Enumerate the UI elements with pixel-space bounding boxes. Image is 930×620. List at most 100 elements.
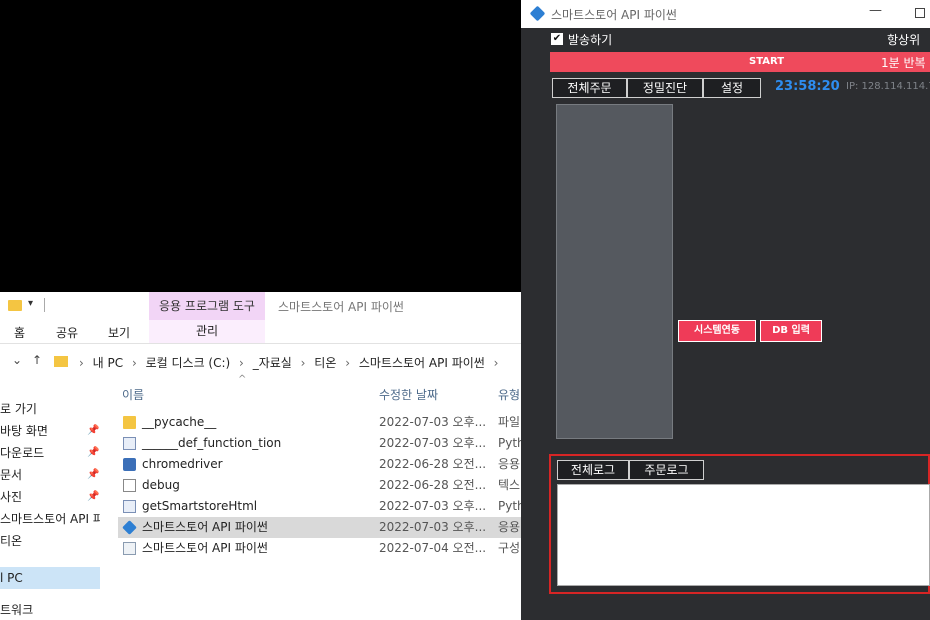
file-row[interactable]: ______def_function_tion 2022-07-03 오후...… (118, 433, 521, 454)
db-input-button[interactable]: DB 입력 (760, 320, 822, 342)
file-type: 응용 (498, 520, 521, 534)
repeat-interval-label[interactable]: 1분 반복 (881, 54, 926, 71)
breadcrumb-archive[interactable]: _자료실 (253, 356, 292, 370)
config-file-icon (123, 542, 136, 555)
file-type: Pyth (498, 499, 521, 513)
breadcrumb-smartstore-folder[interactable]: 스마트스토어 API 파이썬 (359, 356, 485, 370)
file-name: 스마트스토어 API 파이썬 (142, 541, 268, 555)
nav-item-label: 문서 (0, 468, 23, 482)
log-panel: 전체로그 주문로그 (549, 454, 930, 594)
nav-item-label: 스마트스토어 API 파 (0, 512, 100, 526)
file-date: 2022-07-03 오후... (379, 415, 487, 429)
column-header-name[interactable]: 이름 (122, 386, 144, 403)
breadcrumb-separator: › (239, 356, 244, 370)
nav-item-this-pc[interactable]: l PC (0, 567, 100, 589)
up-arrow-icon[interactable]: ↑ (32, 353, 42, 367)
file-type: 응용 (498, 457, 521, 471)
nav-item-label: l PC (0, 571, 23, 585)
nav-item-pictures[interactable]: 사진 📌 (0, 486, 100, 508)
ip-address: IP: 128.114.114.77 (846, 81, 930, 92)
ribbon-tab-home[interactable]: 홈 (14, 324, 25, 341)
pin-icon: 📌 (87, 425, 100, 436)
maximize-button[interactable] (915, 8, 925, 18)
always-on-top-label[interactable]: 항상위 (887, 31, 920, 48)
toolbar-divider (44, 298, 45, 312)
send-label[interactable]: 발송하기 (568, 31, 612, 48)
file-row-selected[interactable]: 스마트스토어 API 파이썬 2022-07-03 오후... 응용 (118, 517, 521, 538)
ribbon-tab-view[interactable]: 보기 (108, 324, 130, 341)
file-date: 2022-06-28 오전... (379, 457, 487, 471)
nav-item-quick-access[interactable]: 로 가기 (0, 398, 100, 420)
nav-item-tion[interactable]: 티온 (0, 530, 100, 552)
breadcrumb-local-disk[interactable]: 로컬 디스크 (C:) (146, 356, 231, 370)
file-row[interactable]: chromedriver 2022-06-28 오전... 응용 (118, 454, 521, 475)
app-title-bar: 스마트스토어 API 파이썬 — (521, 0, 930, 28)
nav-item-documents[interactable]: 문서 📌 (0, 464, 100, 486)
breadcrumb-separator: › (493, 356, 499, 370)
text-file-icon (123, 479, 136, 492)
file-date: 2022-07-03 오후... (379, 520, 487, 534)
quick-access-dropdown-icon[interactable]: ▾ (28, 298, 33, 309)
nav-item-label: 트워크 (0, 603, 34, 617)
start-button[interactable]: START 1분 반복 (550, 52, 930, 72)
system-link-button[interactable]: 시스템연동 (678, 320, 756, 342)
nav-item-smartstore[interactable]: 스마트스토어 API 파 (0, 508, 100, 530)
app-window-title: 스마트스토어 API 파이썬 (551, 8, 677, 22)
file-name: debug (142, 478, 180, 492)
column-header-type[interactable]: 유형 (498, 386, 520, 403)
file-name: getSmartstoreHtml (142, 499, 258, 513)
file-date: 2022-07-03 오후... (379, 436, 487, 450)
context-tab-application-tools[interactable]: 응용 프로그램 도구 (149, 292, 265, 320)
tab-settings[interactable]: 설정 (703, 78, 761, 98)
sort-ascending-icon: ^ (238, 374, 247, 385)
breadcrumb-separator: › (345, 356, 351, 370)
nav-item-label: 사진 (0, 490, 23, 504)
log-textarea[interactable] (557, 484, 930, 586)
tab-diagnostics[interactable]: 정밀진단 (627, 78, 703, 98)
minimize-button[interactable]: — (869, 3, 882, 18)
nav-item-network[interactable]: 트워크 (0, 599, 100, 620)
file-date: 2022-07-03 오후... (379, 499, 487, 513)
breadcrumb-separator: › (131, 356, 137, 370)
column-header-date[interactable]: 수정한 날짜 (379, 386, 438, 403)
pin-icon: 📌 (87, 491, 100, 502)
file-row[interactable]: __pycache__ 2022-07-03 오후... 파일 (118, 412, 521, 433)
tab-all-orders[interactable]: 전체주문 (552, 78, 627, 98)
breadcrumb-tion[interactable]: 티온 (314, 356, 336, 370)
folder-icon[interactable] (8, 300, 22, 311)
file-name: chromedriver (142, 457, 223, 471)
file-date: 2022-07-04 오전... (379, 541, 487, 555)
send-checkbox[interactable]: ✔ (551, 33, 563, 45)
file-name: 스마트스토어 API 파이썬 (142, 520, 268, 534)
pin-icon: 📌 (87, 447, 100, 458)
order-list-panel[interactable] (556, 104, 673, 439)
smartstore-app-window: 스마트스토어 API 파이썬 — ✔ 발송하기 항상위 START 1분 반복 … (521, 0, 930, 620)
file-row[interactable]: 스마트스토어 API 파이썬 2022-07-04 오전... 구성 (118, 538, 521, 559)
tab-order-log[interactable]: 주문로그 (629, 460, 704, 480)
folder-icon (123, 416, 136, 429)
file-type: 텍스 (498, 478, 521, 492)
app-cube-icon (122, 520, 137, 535)
breadcrumb[interactable]: › 내 PC › 로컬 디스크 (C:) › _자료실 › 티온 › 스마트스토… (74, 354, 503, 371)
explorer-title-bar: ▾ 응용 프로그램 도구 스마트스토어 API 파이썬 (0, 292, 521, 320)
clock-display: 23:58:20 (775, 79, 840, 94)
file-row[interactable]: getSmartstoreHtml 2022-07-03 오후... Pyth (118, 496, 521, 517)
recent-locations-chevron-icon[interactable]: ⌄ (12, 353, 22, 367)
file-name: __pycache__ (142, 415, 217, 429)
file-row[interactable]: debug 2022-06-28 오전... 텍스 (118, 475, 521, 496)
file-date: 2022-06-28 오전... (379, 478, 487, 492)
file-explorer-window: ▾ 응용 프로그램 도구 스마트스토어 API 파이썬 홈 공유 보기 관리 ⌄… (0, 292, 521, 620)
tab-all-log[interactable]: 전체로그 (557, 460, 629, 480)
file-type: Pyth (498, 436, 521, 450)
file-type: 구성 (498, 541, 521, 555)
breadcrumb-this-pc[interactable]: 내 PC (93, 356, 123, 370)
app-body: ✔ 발송하기 항상위 START 1분 반복 전체주문 정밀진단 설정 23:5… (521, 28, 930, 620)
nav-item-label: 다운로드 (0, 446, 45, 460)
python-file-icon (123, 437, 136, 450)
breadcrumb-separator: › (79, 356, 84, 370)
app-cube-icon (529, 5, 546, 22)
ribbon-tab-manage[interactable]: 관리 (149, 320, 265, 343)
ribbon-tab-share[interactable]: 공유 (56, 324, 78, 341)
nav-item-downloads[interactable]: 다운로드 📌 (0, 442, 100, 464)
nav-item-desktop[interactable]: 바탕 화면 📌 (0, 420, 100, 442)
